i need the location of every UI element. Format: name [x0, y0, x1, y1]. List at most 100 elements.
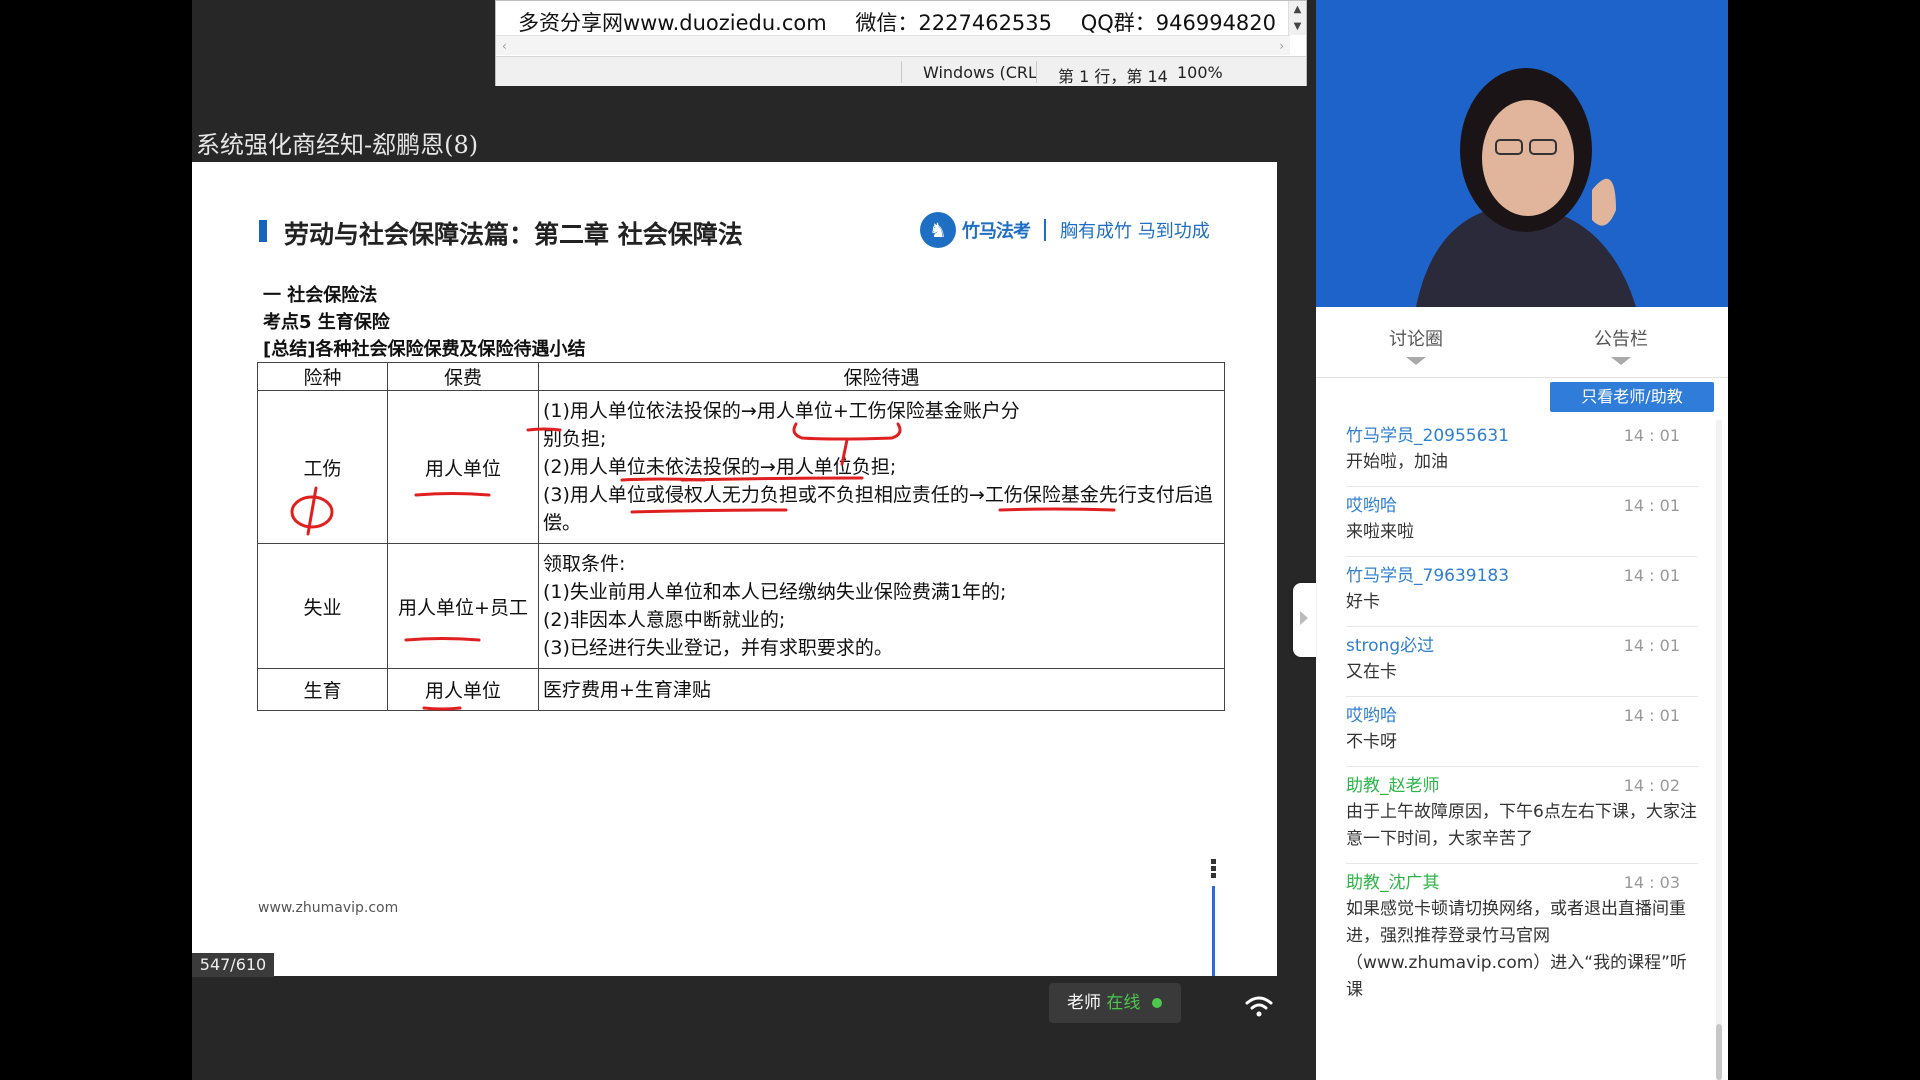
- chat-time: 14 : 01: [1623, 706, 1680, 725]
- chat-text: 不卡呀: [1346, 732, 1397, 752]
- chat-text: 如果感觉卡顿请切换网络，或者退出直播间重进，强烈推荐登录竹马官网（www.zhu…: [1346, 899, 1687, 1000]
- premium-cell: 用人单位+员工: [387, 543, 539, 669]
- page-counter: 547/610: [192, 953, 274, 977]
- slide: 劳动与社会保障法篇：第二章 社会保障法 ♞ 竹马法考 胸有成竹 马到功成 一 社…: [192, 162, 1277, 976]
- collapse-panel-handle[interactable]: [1293, 583, 1316, 657]
- benefit-line: 医疗费用+生育津贴: [543, 678, 711, 701]
- chat-time: 14 : 01: [1623, 426, 1680, 445]
- chat-time: 14 : 02: [1623, 776, 1680, 795]
- notepad-window[interactable]: 多资分享网www.duoziedu.com 微信：2227462535 QQ群：…: [495, 0, 1307, 86]
- notepad-site: 多资分享网www.duoziedu.com: [518, 11, 827, 35]
- benefit-line: (3)用人单位或侵权人无力负担或不负担相应责任的→工伤保险基金先行支付后追: [543, 484, 1213, 506]
- chat-message: strong必过 14 : 01 又在卡: [1346, 627, 1698, 697]
- status-separator: [1036, 61, 1037, 83]
- chat-scrollbar[interactable]: [1716, 420, 1722, 1080]
- status-encoding: Windows (CRL: [923, 63, 1037, 82]
- pointer-line: [1212, 886, 1215, 976]
- benefits-cell: 医疗费用+生育津贴: [538, 668, 1225, 711]
- chevron-down-icon: [1611, 357, 1631, 365]
- table-row: 失业 用人单位+员工 领取条件: (1)失业前用人单位和本人已经缴纳失业保险费满…: [257, 543, 1225, 669]
- chat-text: 来啦来啦: [1346, 522, 1414, 542]
- horse-logo-icon: ♞: [920, 212, 956, 248]
- insurance-summary-table: 险种 保费 保险待遇 工伤 用人单位 (1)用人单位依法投保的→用人单位+工伤保…: [257, 362, 1225, 711]
- screen: { "notepad": { "line_site": "多资分享网www.du…: [0, 0, 1920, 1080]
- summary-title: [总结]各种社会保险保费及保险待遇小结: [263, 339, 586, 360]
- benefit-line: (2)非因本人意愿中断就业的;: [543, 609, 786, 631]
- online-dot-icon: [1151, 998, 1162, 1008]
- wifi-icon[interactable]: [1244, 994, 1274, 1018]
- tab-discussion-label: 讨论圈: [1389, 329, 1443, 350]
- section-title: 一 社会保险法: [263, 285, 378, 306]
- chat-time: 14 : 01: [1623, 636, 1680, 655]
- insurance-type-cell: 失业: [257, 543, 388, 669]
- notepad-text-line[interactable]: 多资分享网www.duoziedu.com 微信：2227462535 QQ群：…: [518, 7, 1298, 37]
- chat-text: 由于上午故障原因，下午6点左右下课，大家注意一下时间，大家辛苦了: [1346, 802, 1697, 849]
- table-header: 险种: [257, 362, 388, 391]
- heading-accent-bar: [259, 220, 267, 242]
- chat-panel: 讨论圈 公告栏 只看老师/助教 竹马学员_20955631 14 : 01 开始…: [1316, 307, 1728, 1080]
- slide-heading: 劳动与社会保障法篇：第二章 社会保障法: [284, 220, 743, 249]
- notepad-vertical-scrollbar[interactable]: ▲ ▼: [1288, 1, 1306, 35]
- scroll-left-icon[interactable]: ‹: [502, 36, 507, 56]
- right-margin: [1728, 0, 1920, 1080]
- chat-time: 14 : 01: [1623, 566, 1680, 585]
- status-zoom: 100%: [1177, 63, 1223, 82]
- tab-divider: [1316, 377, 1728, 378]
- brand-divider: [1044, 219, 1046, 241]
- chat-message: 哎哟哈 14 : 01 不卡呀: [1346, 697, 1698, 767]
- table-header: 保险待遇: [538, 362, 1225, 391]
- chat-text: 又在卡: [1346, 662, 1397, 682]
- lesson-title: 系统强化商经知-郄鹏恩(8): [196, 131, 479, 159]
- chevron-down-icon: [1406, 357, 1426, 365]
- table-header-row: 险种 保费 保险待遇: [257, 362, 1225, 391]
- brand-slogan: 胸有成竹 马到功成: [1060, 221, 1210, 242]
- notepad-status-bar: Windows (CRL 第 1 行，第 14 100%: [496, 56, 1306, 86]
- teacher-only-filter-button[interactable]: 只看老师/助教: [1550, 382, 1714, 412]
- benefit-line: (1)失业前用人单位和本人已经缴纳失业保险费满1年的;: [543, 581, 1007, 603]
- table-row: 工伤 用人单位 (1)用人单位依法投保的→用人单位+工伤保险基金账户分 别负担;…: [257, 390, 1225, 544]
- section-subtitle: 考点5 生育保险: [263, 312, 390, 333]
- benefit-line: (3)已经进行失业登记，并有求职要求的。: [543, 637, 893, 659]
- brand-name: 竹马法考: [962, 221, 1031, 242]
- tab-discussion[interactable]: 讨论圈: [1389, 325, 1443, 365]
- benefits-cell: (1)用人单位依法投保的→用人单位+工伤保险基金账户分 别负担; (2)用人单位…: [538, 390, 1225, 544]
- teacher-portrait: [1316, 0, 1728, 307]
- insurance-type-cell: 生育: [257, 668, 388, 711]
- notepad-horizontal-scrollbar[interactable]: ‹ ›: [496, 35, 1290, 55]
- chat-message: 助教_沈广其 14 : 03 如果感觉卡顿请切换网络，或者退出直播间重进，强烈推…: [1346, 864, 1698, 1014]
- teacher-status-badge: 老师 在线: [1049, 983, 1181, 1023]
- teacher-online-label: 在线: [1106, 993, 1141, 1013]
- premium-cell: 用人单位: [387, 668, 539, 711]
- chat-message: 竹马学员_20955631 14 : 01 开始啦，加油: [1346, 417, 1698, 487]
- more-options-icon[interactable]: [1211, 859, 1217, 880]
- tab-bulletin[interactable]: 公告栏: [1594, 325, 1648, 365]
- benefit-line: (2)用人单位未依法投保的→用人单位负担;: [543, 456, 897, 478]
- chat-message: 竹马学员_79639183 14 : 01 好卡: [1346, 557, 1698, 627]
- status-position: 第 1 行，第 14: [1058, 67, 1168, 86]
- benefit-line: 领取条件:: [543, 553, 626, 575]
- scroll-right-icon[interactable]: ›: [1279, 36, 1284, 56]
- chat-text: 开始啦，加油: [1346, 452, 1448, 472]
- slide-footer-url: www.zhumavip.com: [258, 900, 399, 916]
- premium-cell: 用人单位: [387, 390, 539, 544]
- benefit-line: (1)用人单位依法投保的→用人单位+工伤保险基金账户分: [543, 400, 1020, 422]
- scroll-up-icon[interactable]: ▲: [1289, 1, 1306, 18]
- chat-text: 好卡: [1346, 592, 1380, 612]
- benefits-cell: 领取条件: (1)失业前用人单位和本人已经缴纳失业保险费满1年的; (2)非因本…: [538, 543, 1225, 669]
- notepad-wechat: 微信：2227462535: [855, 11, 1053, 35]
- chat-message-list[interactable]: 竹马学员_20955631 14 : 01 开始啦，加油 哎哟哈 14 : 01…: [1346, 417, 1698, 1080]
- chevron-right-icon: [1300, 611, 1308, 625]
- scroll-down-icon[interactable]: ▼: [1289, 18, 1306, 35]
- teacher-label: 老师: [1067, 993, 1101, 1013]
- benefit-line: 偿。: [543, 512, 582, 534]
- benefit-line: 别负担;: [543, 428, 607, 450]
- status-separator: [901, 61, 902, 83]
- chat-message: 助教_赵老师 14 : 02 由于上午故障原因，下午6点左右下课，大家注意一下时…: [1346, 767, 1698, 864]
- chat-time: 14 : 03: [1623, 873, 1680, 892]
- brand-logo-group: ♞ 竹马法考 胸有成竹 马到功成: [920, 212, 1210, 248]
- panel-tabs: 讨论圈 公告栏: [1316, 325, 1728, 365]
- scrollbar-thumb[interactable]: [1716, 1024, 1722, 1080]
- notepad-qq: QQ群：946994820: [1080, 11, 1277, 35]
- chat-time: 14 : 01: [1623, 496, 1680, 515]
- tab-bulletin-label: 公告栏: [1594, 329, 1648, 350]
